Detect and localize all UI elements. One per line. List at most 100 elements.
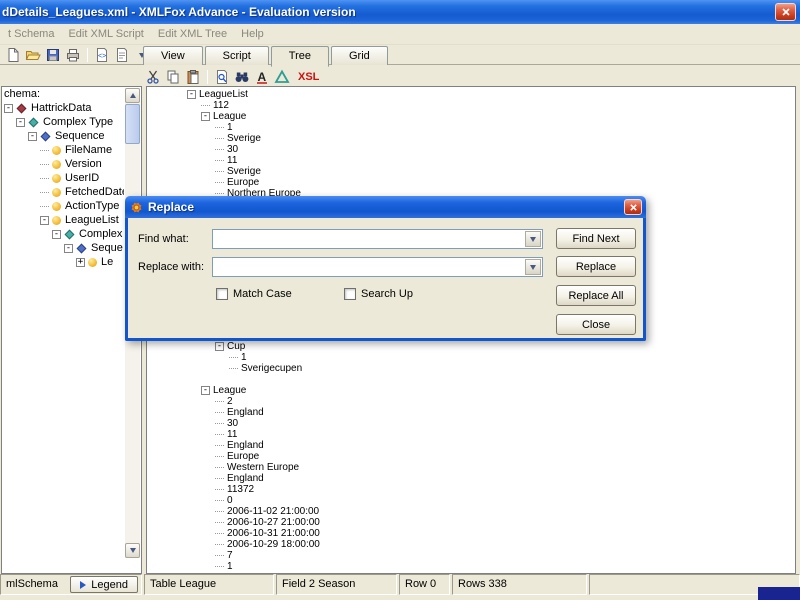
text-format-button[interactable]: A: [252, 68, 272, 86]
tree-row[interactable]: - HattrickData: [2, 101, 124, 115]
search-up-checkbox[interactable]: Search Up: [344, 288, 413, 300]
tree-row[interactable]: Europe: [147, 177, 795, 188]
tree-row[interactable]: Sverigecupen: [147, 363, 795, 374]
tree-row[interactable]: 1: [147, 352, 795, 363]
tree-row[interactable]: 11372: [147, 484, 795, 495]
cut-button[interactable]: [143, 68, 163, 86]
tab-script[interactable]: Script: [204, 46, 269, 65]
find-next-button[interactable]: Find Next: [556, 228, 636, 249]
tree-row[interactable]: - Seque: [2, 241, 124, 255]
tree-row[interactable]: 11: [147, 429, 795, 440]
tab-view[interactable]: View: [143, 46, 203, 65]
dialog-close-button[interactable]: [624, 199, 642, 215]
collapse-icon[interactable]: -: [40, 215, 49, 225]
xsl-button[interactable]: XSL: [298, 71, 319, 83]
close-dialog-button[interactable]: Close: [556, 314, 636, 335]
collapse-icon[interactable]: -: [64, 243, 73, 253]
tree-row[interactable]: 2006-10-31 21:00:00: [147, 528, 795, 539]
tree-row[interactable]: [147, 374, 795, 385]
scroll-thumb[interactable]: [125, 104, 140, 144]
scroll-up-button[interactable]: [125, 88, 140, 103]
tree-row[interactable]: 2006-10-27 21:00:00: [147, 517, 795, 528]
status-bar: mlSchema Legend Table League Field 2 Sea…: [0, 574, 800, 595]
tree-row[interactable]: 30: [147, 144, 795, 155]
collapse-icon[interactable]: -: [215, 342, 224, 351]
tree-row[interactable]: - Sequence: [2, 129, 124, 143]
tree-row[interactable]: 11: [147, 155, 795, 166]
paste-button[interactable]: [183, 68, 203, 86]
tree-row[interactable]: - Complex Type: [2, 115, 124, 129]
tree-row[interactable]: 2006-11-02 21:00:00: [147, 506, 795, 517]
tree-row[interactable]: Europe: [147, 451, 795, 462]
text-document-button[interactable]: [112, 46, 132, 64]
save-button[interactable]: [43, 46, 63, 64]
copy-button[interactable]: [163, 68, 183, 86]
tab-tree[interactable]: Tree: [270, 46, 329, 67]
tree-row[interactable]: 30: [147, 418, 795, 429]
tree-row[interactable]: Version: [2, 157, 124, 171]
tree-row[interactable]: Western Europe: [147, 462, 795, 473]
tree-row[interactable]: - Complex T: [2, 227, 124, 241]
tree-row[interactable]: 1: [147, 561, 795, 572]
tab-grid[interactable]: Grid: [331, 46, 388, 65]
collapse-icon[interactable]: -: [201, 112, 210, 121]
tree-row[interactable]: England: [147, 440, 795, 451]
tree-row[interactable]: + Le: [2, 255, 124, 269]
print-button[interactable]: [63, 46, 83, 64]
collapse-icon[interactable]: -: [4, 103, 13, 113]
tree-connector: [215, 171, 224, 172]
replace-with-combobox[interactable]: [212, 257, 543, 277]
menu-edit-schema[interactable]: t Schema: [1, 25, 61, 43]
title-bar[interactable]: dDetails_Leagues.xml - XMLFox Advance - …: [0, 0, 800, 24]
tree-connector: [215, 544, 224, 545]
tree-row[interactable]: 7: [147, 550, 795, 561]
main-toolbar: <>: [3, 45, 152, 65]
menu-edit-xml-script[interactable]: Edit XML Script: [61, 25, 150, 43]
tree-row[interactable]: FetchedDate: [2, 185, 124, 199]
search-document-button[interactable]: [212, 68, 232, 86]
tree-row[interactable]: Sverige: [147, 166, 795, 177]
tree-row[interactable]: Sverige: [147, 133, 795, 144]
find-button[interactable]: [232, 68, 252, 86]
close-button[interactable]: [775, 3, 796, 21]
tree-row[interactable]: ActionType: [2, 199, 124, 213]
tree-row[interactable]: - LeagueList: [147, 89, 795, 100]
xml-document-button[interactable]: <>: [92, 46, 112, 64]
expand-icon[interactable]: +: [76, 257, 85, 267]
scroll-down-button[interactable]: [125, 543, 140, 558]
tree-row[interactable]: England: [147, 407, 795, 418]
collapse-icon[interactable]: -: [52, 229, 61, 239]
tree-row[interactable]: England: [147, 473, 795, 484]
find-dropdown-button[interactable]: [525, 231, 541, 247]
replace-dropdown-button[interactable]: [525, 259, 541, 275]
validate-button[interactable]: [272, 68, 292, 86]
collapse-icon[interactable]: -: [201, 386, 210, 395]
legend-button[interactable]: Legend: [70, 576, 138, 593]
checkbox-box-icon[interactable]: [344, 288, 356, 300]
tree-row[interactable]: 1: [147, 122, 795, 133]
collapse-icon[interactable]: -: [187, 90, 196, 99]
match-case-checkbox[interactable]: Match Case: [216, 288, 292, 300]
tree-row[interactable]: - LeagueList: [2, 213, 124, 227]
replace-button[interactable]: Replace: [556, 256, 636, 277]
tree-row[interactable]: UserID: [2, 171, 124, 185]
tree-row[interactable]: - Cup: [147, 341, 795, 352]
open-file-button[interactable]: [23, 46, 43, 64]
checkbox-box-icon[interactable]: [216, 288, 228, 300]
tree-row[interactable]: 0: [147, 495, 795, 506]
collapse-icon[interactable]: -: [28, 131, 37, 141]
tree-row[interactable]: FileName: [2, 143, 124, 157]
menu-edit-xml-tree[interactable]: Edit XML Tree: [151, 25, 234, 43]
replace-dialog-titlebar[interactable]: Replace: [125, 196, 646, 218]
replace-all-button[interactable]: Replace All: [556, 285, 636, 306]
tree-row[interactable]: - League: [147, 111, 795, 122]
tree-row[interactable]: 112: [147, 100, 795, 111]
collapse-icon[interactable]: -: [16, 117, 25, 127]
tree-row[interactable]: 2006-10-29 18:00:00: [147, 539, 795, 550]
status-table-pane: Table League: [144, 574, 274, 595]
tree-row[interactable]: 2: [147, 396, 795, 407]
tree-row[interactable]: - League: [147, 385, 795, 396]
find-what-combobox[interactable]: [212, 229, 543, 249]
new-file-button[interactable]: [3, 46, 23, 64]
menu-help[interactable]: Help: [234, 25, 271, 43]
